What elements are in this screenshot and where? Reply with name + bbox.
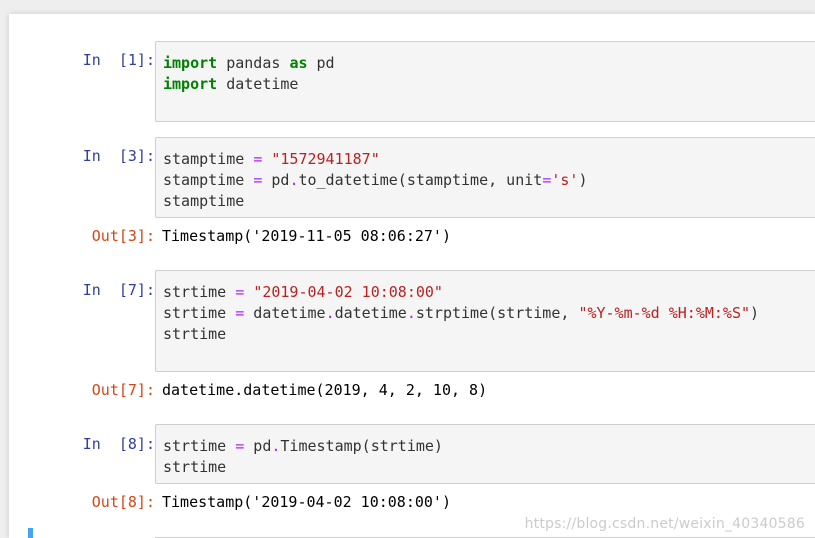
notebook-container: In [1]: import pandas as pd import dateti… xyxy=(9,14,815,538)
code-token: 's' xyxy=(551,171,579,189)
code-line: stamptime = "1572941187" xyxy=(163,149,811,170)
code-cell-input[interactable]: strtime = pd.Timestamp(strtime) strtime xyxy=(155,424,815,484)
code-token: strtime xyxy=(163,304,236,322)
code-cell-input[interactable]: strtime = "2019-04-02 10:08:00" strtime =… xyxy=(155,270,815,372)
code-token: pd xyxy=(262,171,290,189)
code-token: "2019-04-02 10:08:00" xyxy=(253,283,443,301)
cell-output: Timestamp('2019-11-05 08:06:27') xyxy=(162,227,451,245)
code-token: ) xyxy=(578,171,588,189)
input-prompt: In [7]: xyxy=(82,281,155,299)
code-token: datetime xyxy=(217,75,299,93)
cell-output: datetime.datetime(2019, 4, 2, 10, 8) xyxy=(162,381,488,399)
code-token: = xyxy=(235,437,245,455)
watermark-text: https://blog.csdn.net/weixin_40340586 xyxy=(524,516,805,532)
code-cell-input[interactable]: import pandas as pd import datetime xyxy=(155,41,815,122)
code-token: datetime xyxy=(334,304,407,322)
code-line: strtime = datetime.datetime.strptime(str… xyxy=(163,303,811,324)
code-token: . xyxy=(406,304,416,322)
code-token: "1572941187" xyxy=(271,150,380,168)
code-token: strtime xyxy=(163,283,236,301)
code-token: import xyxy=(163,54,218,72)
code-line: strtime = pd.Timestamp(strtime) xyxy=(163,436,811,457)
input-prompt: In [1]: xyxy=(82,51,155,69)
cell-output: Timestamp('2019-04-02 10:08:00') xyxy=(162,493,451,511)
code-line: strtime xyxy=(163,324,811,345)
code-token: as xyxy=(289,54,308,72)
code-token: "%Y-%m-%d %H:%M:%S" xyxy=(578,304,751,322)
code-cell-input[interactable]: stamptime = "1572941187" stamptime = pd.t… xyxy=(155,137,815,218)
code-token: datetime xyxy=(244,304,326,322)
code-token: pandas xyxy=(217,54,290,72)
code-token: . xyxy=(325,304,335,322)
code-token: strtime xyxy=(163,458,227,476)
code-token: = xyxy=(235,304,245,322)
code-line: strtime = "2019-04-02 10:08:00" xyxy=(163,282,811,303)
code-token: strtime xyxy=(163,325,227,343)
code-token: strtime xyxy=(163,437,236,455)
code-token: = xyxy=(235,283,245,301)
code-line: stamptime = pd.to_datetime(stamptime, un… xyxy=(163,170,811,191)
code-token: = xyxy=(253,150,263,168)
output-prompt: Out[7]: xyxy=(91,381,155,399)
selected-cell-indicator xyxy=(28,528,33,538)
code-line: import datetime xyxy=(163,74,811,95)
code-token: = xyxy=(253,171,263,189)
code-token: stamptime xyxy=(163,150,254,168)
code-line: stamptime xyxy=(163,191,811,212)
code-token: Timestamp(strtime) xyxy=(280,437,443,455)
code-line: strtime xyxy=(163,457,811,478)
code-token: import xyxy=(163,75,218,93)
input-prompt: In [3]: xyxy=(82,147,155,165)
input-prompt: In [8]: xyxy=(82,435,155,453)
code-token: pd xyxy=(307,54,335,72)
code-token: pd xyxy=(244,437,272,455)
code-token: stamptime xyxy=(163,192,245,210)
code-token: = xyxy=(542,171,552,189)
output-prompt: Out[3]: xyxy=(91,227,155,245)
code-token: strptime(strtime, xyxy=(415,304,579,322)
code-line: import pandas as pd xyxy=(163,53,811,74)
code-token: stamptime xyxy=(163,171,254,189)
output-prompt: Out[8]: xyxy=(91,493,155,511)
code-token: to_datetime(stamptime, unit xyxy=(298,171,543,189)
code-token: ) xyxy=(750,304,760,322)
